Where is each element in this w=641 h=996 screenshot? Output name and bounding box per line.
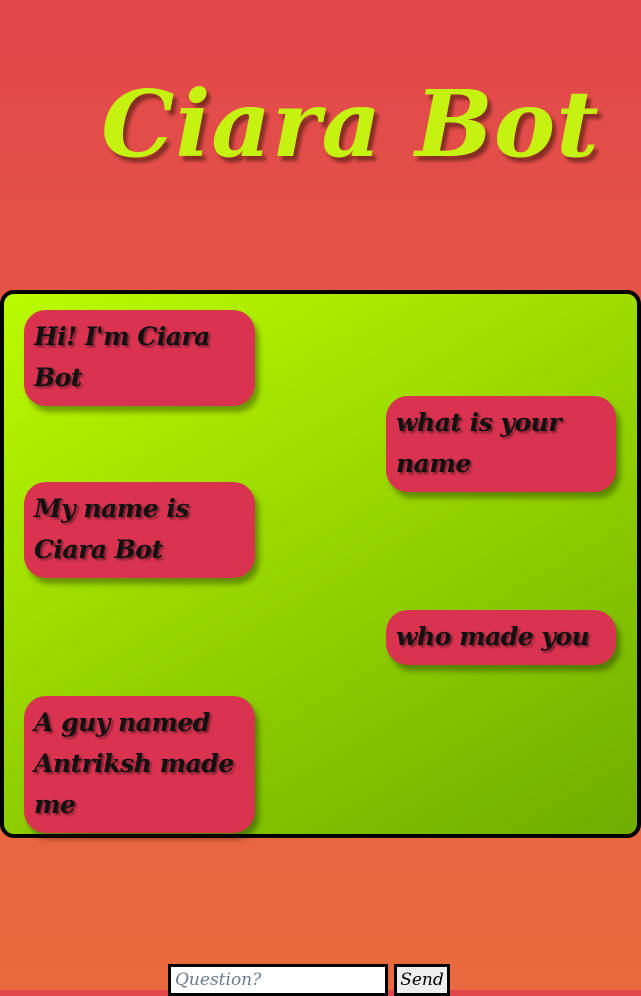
question-input[interactable]: [168, 964, 388, 996]
bot-message: Hi! I'm Ciara Bot: [24, 310, 255, 406]
chat-window[interactable]: Hi! I'm Ciara Bot what is your name My n…: [0, 290, 641, 838]
page-title: Ciara Bot: [101, 70, 600, 178]
user-message: who made you: [386, 610, 616, 665]
send-button[interactable]: Send: [394, 964, 450, 996]
bot-message: A guy named Antriksh made me: [24, 696, 255, 833]
bot-message: My name is Ciara Bot: [24, 482, 255, 578]
user-message: what is your name: [386, 396, 616, 492]
